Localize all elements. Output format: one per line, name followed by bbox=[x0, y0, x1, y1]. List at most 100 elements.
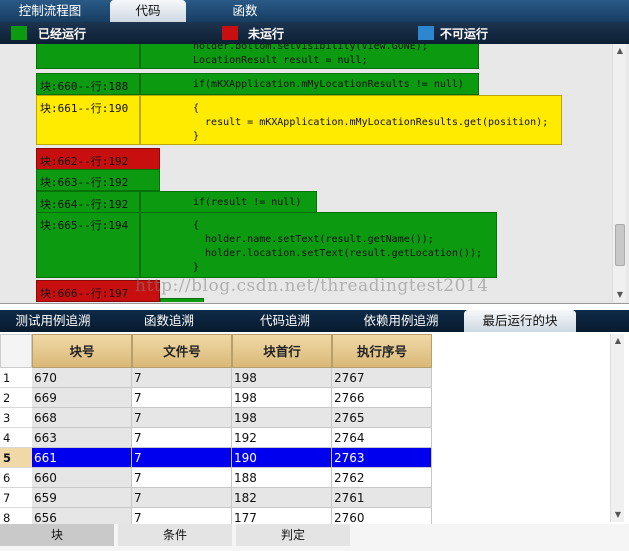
tab-function[interactable]: 函数 bbox=[210, 0, 280, 22]
legend-not-executed-label: 未运行 bbox=[248, 27, 285, 41]
code-block-662[interactable]: 块:662--行:192 bbox=[36, 148, 160, 170]
column-header-exec-seq[interactable]: 执行序号 bbox=[332, 334, 432, 368]
block-label-text: 块:660--行:188 bbox=[40, 80, 129, 93]
table-cell-file[interactable]: 7 bbox=[132, 468, 232, 488]
table-cell-block[interactable]: 669 bbox=[32, 388, 132, 408]
code-text: holder.bottom.setVisibility(View.GONE); … bbox=[193, 44, 428, 66]
row-header[interactable]: 1 bbox=[0, 368, 32, 388]
tab-function-trace[interactable]: 函数追溯 bbox=[132, 310, 206, 332]
table-cell-block[interactable]: 656 bbox=[32, 508, 132, 524]
column-header-block-no[interactable]: 块号 bbox=[32, 334, 132, 368]
code-block-665[interactable]: { holder.name.setText(result.getName());… bbox=[140, 212, 497, 278]
table-cell-file[interactable]: 7 bbox=[132, 368, 232, 388]
row-header[interactable]: 6 bbox=[0, 468, 32, 488]
table-cell-block[interactable]: 659 bbox=[32, 488, 132, 508]
table-cell-block[interactable]: 660 bbox=[32, 468, 132, 488]
block-label-text: 块:664--行:192 bbox=[40, 198, 129, 211]
row-header[interactable]: 4 bbox=[0, 428, 32, 448]
table-cell-seq[interactable]: 2766 bbox=[332, 388, 432, 408]
block-label-text: 块:666--行:197 bbox=[40, 287, 129, 300]
tab-last-run-blocks[interactable]: 最后运行的块 bbox=[464, 310, 576, 332]
table-corner bbox=[0, 334, 32, 368]
block-label-text: 块:663--行:192 bbox=[40, 176, 129, 189]
legend-not-executable-swatch bbox=[418, 26, 434, 40]
code-text: if(result != null) bbox=[193, 197, 302, 208]
table-cell-seq[interactable]: 2760 bbox=[332, 508, 432, 524]
block-label-text: 块:661--行:190 bbox=[40, 102, 129, 115]
table-cell-file[interactable]: 7 bbox=[132, 508, 232, 524]
scrollbar-thumb[interactable] bbox=[615, 224, 625, 266]
column-header-file-no[interactable]: 文件号 bbox=[132, 334, 232, 368]
tab-control-flow[interactable]: 控制流程图 bbox=[4, 0, 96, 22]
code-block-660[interactable]: if(mKXApplication.mMyLocationResults != … bbox=[140, 73, 479, 95]
watermark-text: http://blog.csdn.net/threadingtest2014 bbox=[135, 276, 489, 296]
code-text: { holder.name.setText(result.getName());… bbox=[193, 220, 482, 273]
scroll-down-arrow-icon[interactable]: ▼ bbox=[611, 508, 625, 522]
row-header[interactable]: 5 bbox=[0, 448, 32, 468]
table-cell-seq[interactable]: 2763 bbox=[332, 448, 432, 468]
table-vertical-scrollbar[interactable]: ▲ ▼ bbox=[610, 334, 624, 522]
code-text: { result = mKXApplication.mMyLocationRes… bbox=[193, 103, 549, 142]
table-cell-line[interactable]: 198 bbox=[232, 408, 332, 428]
code-view[interactable]: holder.bottom.setVisibility(View.GONE); … bbox=[1, 44, 608, 302]
scroll-up-arrow-icon[interactable]: ▲ bbox=[613, 44, 627, 58]
block-coverage-button[interactable]: 块 bbox=[0, 524, 114, 546]
table-cell-file[interactable]: 7 bbox=[132, 488, 232, 508]
table-cell-line[interactable]: 182 bbox=[232, 488, 332, 508]
row-header[interactable]: 3 bbox=[0, 408, 32, 428]
table-cell-line[interactable]: 198 bbox=[232, 368, 332, 388]
coverage-legend: 已经运行 未运行 不可运行 bbox=[0, 22, 629, 44]
code-block-661[interactable]: { result = mKXApplication.mMyLocationRes… bbox=[140, 95, 562, 145]
row-header[interactable]: 8 bbox=[0, 508, 32, 524]
table-cell-line[interactable]: 188 bbox=[232, 468, 332, 488]
code-block-label-665[interactable]: 块:665--行:194 bbox=[36, 212, 140, 278]
tab-code-trace[interactable]: 代码追溯 bbox=[250, 310, 320, 332]
tab-code[interactable]: 代码 bbox=[110, 0, 186, 22]
top-tab-bar: 控制流程图 代码 函数 bbox=[0, 0, 629, 22]
table-cell-line[interactable]: 198 bbox=[232, 388, 332, 408]
table-cell-seq[interactable]: 2762 bbox=[332, 468, 432, 488]
code-block-label-661[interactable]: 块:661--行:190 bbox=[36, 95, 140, 145]
code-text: if(mKXApplication.mMyLocationResults != … bbox=[193, 79, 464, 90]
trace-tab-bar: 测试用例追溯 函数追溯 代码追溯 依赖用例追溯 最后运行的块 bbox=[0, 310, 629, 332]
code-block-partial-bottom bbox=[160, 298, 204, 302]
decision-coverage-button[interactable]: 判定 bbox=[236, 524, 350, 546]
table-cell-seq[interactable]: 2764 bbox=[332, 428, 432, 448]
column-header-first-line[interactable]: 块首行 bbox=[232, 334, 332, 368]
table-cell-seq[interactable]: 2761 bbox=[332, 488, 432, 508]
coverage-type-bar: 块 条件 判定 bbox=[0, 524, 629, 551]
row-header[interactable]: 7 bbox=[0, 488, 32, 508]
table-cell-line[interactable]: 177 bbox=[232, 508, 332, 524]
last-run-blocks-table: 块号 文件号 块首行 执行序号 1 670 7 198 2767 2 669 7 198 2766… bbox=[0, 332, 629, 524]
block-label-text: 块:665--行:194 bbox=[40, 219, 129, 232]
code-block-659-partial[interactable]: holder.bottom.setVisibility(View.GONE); … bbox=[140, 44, 479, 69]
table-cell-file[interactable]: 7 bbox=[132, 408, 232, 428]
tab-test-case-trace[interactable]: 测试用例追溯 bbox=[6, 310, 100, 332]
code-block-664[interactable]: if(result != null) bbox=[140, 191, 317, 213]
table-cell-block[interactable]: 670 bbox=[32, 368, 132, 388]
code-block-label-664[interactable]: 块:664--行:192 bbox=[36, 191, 140, 213]
code-block-label-660[interactable]: 块:660--行:188 bbox=[36, 73, 140, 95]
scroll-up-arrow-icon[interactable]: ▲ bbox=[611, 334, 625, 348]
block-label-text: 块:662--行:192 bbox=[40, 155, 129, 168]
tab-dependent-case-trace[interactable]: 依赖用例追溯 bbox=[352, 310, 450, 332]
code-panel: holder.bottom.setVisibility(View.GONE); … bbox=[0, 44, 629, 304]
table-cell-seq[interactable]: 2767 bbox=[332, 368, 432, 388]
table-cell-file[interactable]: 7 bbox=[132, 428, 232, 448]
legend-executed-label: 已经运行 bbox=[38, 27, 87, 41]
legend-not-executable-label: 不可运行 bbox=[440, 27, 489, 41]
table-cell-block[interactable]: 661 bbox=[32, 448, 132, 468]
table-cell-block[interactable]: 668 bbox=[32, 408, 132, 428]
row-header[interactable]: 2 bbox=[0, 388, 32, 408]
table-cell-file[interactable]: 7 bbox=[132, 448, 232, 468]
condition-coverage-button[interactable]: 条件 bbox=[118, 524, 232, 546]
scroll-down-arrow-icon[interactable]: ▼ bbox=[613, 288, 627, 302]
table-cell-seq[interactable]: 2765 bbox=[332, 408, 432, 428]
code-block-663[interactable]: 块:663--行:192 bbox=[36, 169, 160, 191]
code-vertical-scrollbar[interactable]: ▲ ▼ bbox=[612, 44, 626, 302]
table-cell-line[interactable]: 192 bbox=[232, 428, 332, 448]
table-cell-block[interactable]: 663 bbox=[32, 428, 132, 448]
table-cell-line[interactable]: 190 bbox=[232, 448, 332, 468]
table-cell-file[interactable]: 7 bbox=[132, 388, 232, 408]
legend-executed-swatch bbox=[11, 26, 27, 40]
